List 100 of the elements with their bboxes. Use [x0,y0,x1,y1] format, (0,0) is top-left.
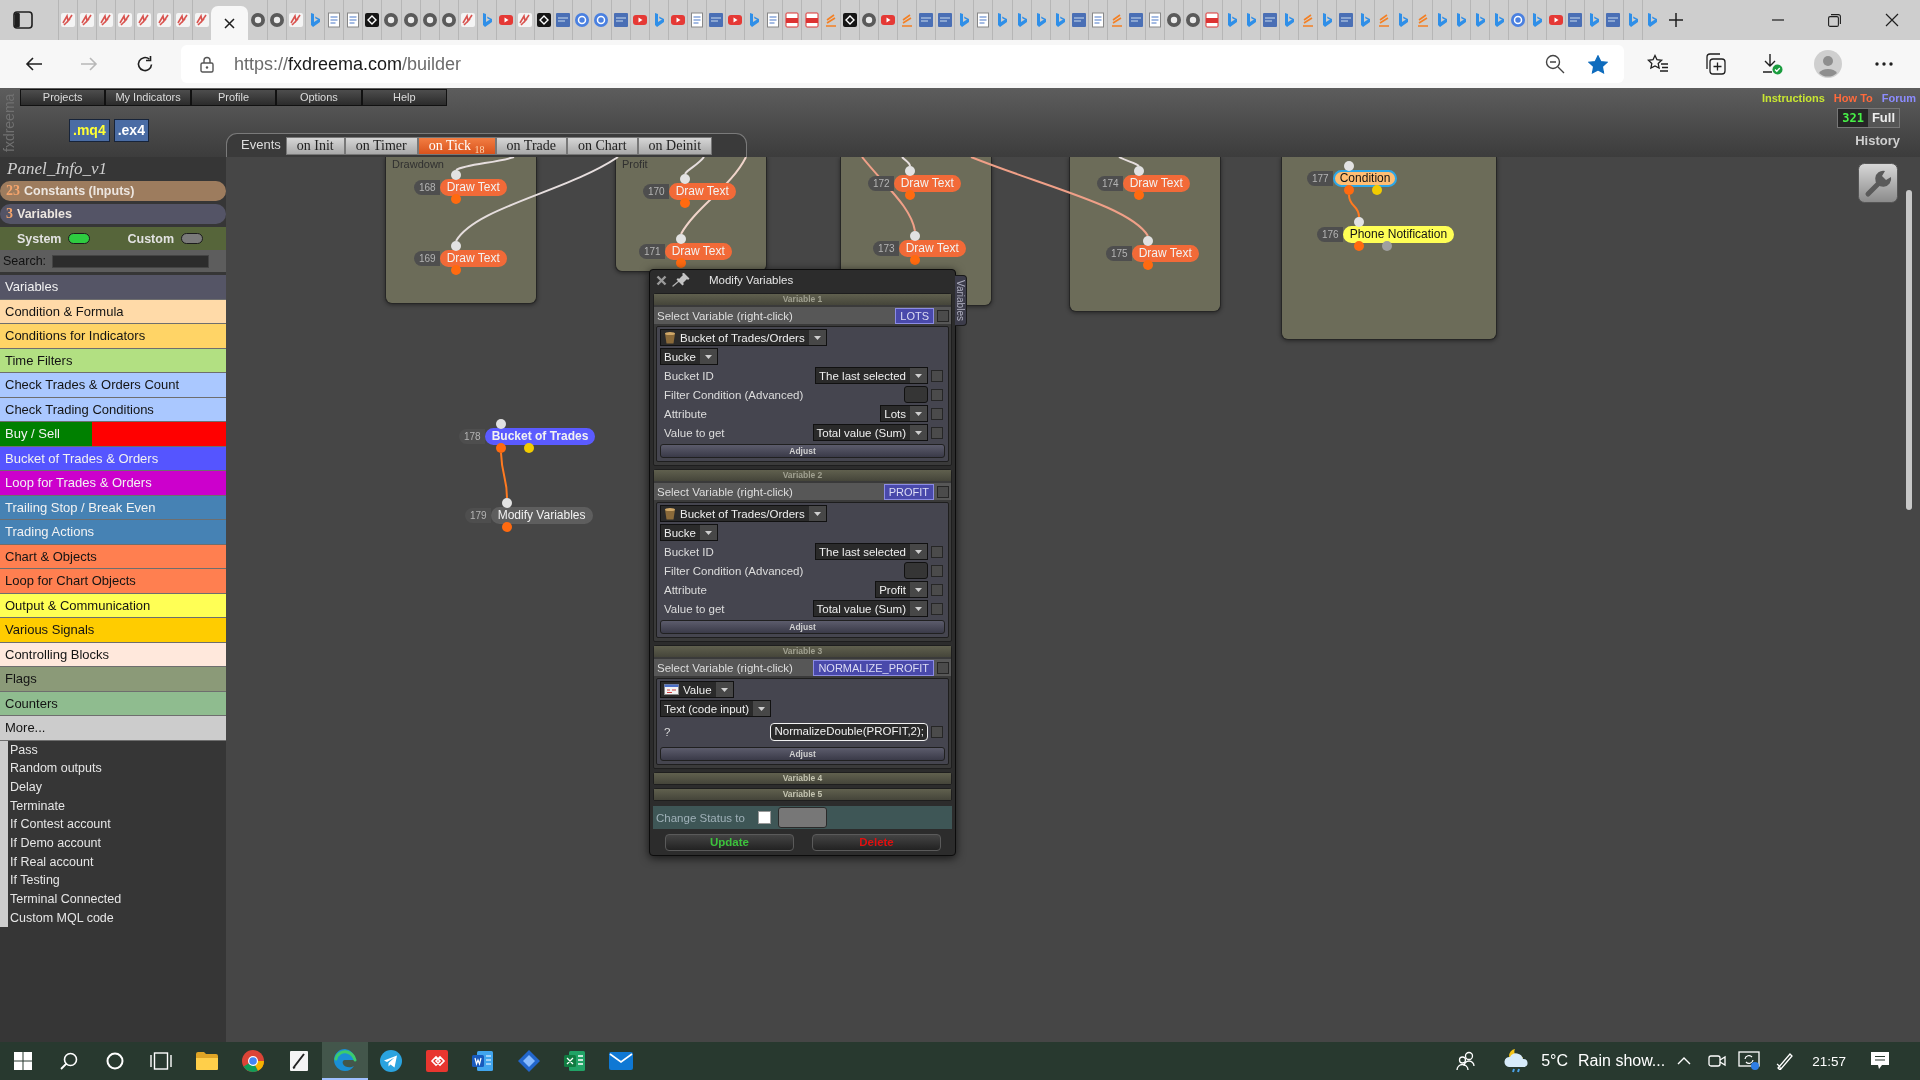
back-icon[interactable] [25,56,43,72]
more-icon[interactable] [1875,62,1893,66]
notification-icon[interactable] [1870,1051,1890,1071]
variable-tag[interactable]: LOTS [895,307,934,324]
output-port-icon[interactable] [1354,241,1364,251]
type-dropdown[interactable]: Value [660,681,734,698]
type-dropdown[interactable]: Bucket of Trades/Orders [660,505,827,522]
clock-text[interactable]: 21:57 [1812,1053,1846,1069]
chevron-up-icon[interactable] [1677,1057,1692,1065]
variables-header[interactable]: 3 Variables [0,204,226,224]
menu-button[interactable]: My Indicators [105,89,191,106]
select-field[interactable]: Total value (Sum) [812,424,928,441]
restore-icon[interactable] [1828,13,1841,27]
history-link[interactable]: History [1855,133,1900,148]
download-icon[interactable] [1761,53,1783,75]
category-item[interactable]: Check Trades & Orders Count [0,373,226,398]
checkbox[interactable] [931,602,943,615]
checkbox[interactable] [931,369,943,382]
input-port-icon[interactable] [676,234,686,244]
star-icon[interactable] [1588,54,1608,74]
variable-tag[interactable]: PROFIT [883,483,934,500]
browser-tab[interactable] [534,0,554,40]
browser-tab[interactable] [1183,0,1203,40]
search-field[interactable] [52,254,210,268]
checkbox[interactable] [931,583,943,596]
output-port-icon[interactable] [524,443,534,453]
event-tab[interactable]: on Deinit [637,137,713,155]
close-icon[interactable] [224,17,236,29]
pin-icon[interactable] [672,273,690,287]
category-item[interactable]: Trading Actions [0,520,226,545]
checkbox[interactable] [937,485,949,498]
input-port-icon[interactable] [1344,161,1354,171]
minimize-icon[interactable] [1771,19,1784,21]
browser-tab[interactable] [1164,0,1184,40]
block-list-item[interactable]: If Demo account [8,833,122,853]
adjust-button[interactable]: Adjust [660,747,945,761]
toggle-switch[interactable] [181,233,203,244]
avatar-icon[interactable] [1814,50,1842,78]
select-field[interactable]: Total value (Sum) [812,600,928,617]
refresh-icon[interactable] [136,55,154,73]
checkbox[interactable] [937,309,949,322]
full-button[interactable]: Full [1867,109,1899,127]
variable-tag[interactable]: NORMALIZE_PROFIT [813,659,934,676]
browser-tab[interactable] [266,0,286,40]
condition-field[interactable] [904,562,928,579]
browser-tab[interactable] [839,0,859,40]
checkbox[interactable] [931,545,943,558]
select-field[interactable]: The last selected [815,543,928,560]
block-list-item[interactable]: Terminate [8,796,122,816]
ring-icon[interactable] [106,1052,124,1070]
event-tab[interactable]: on Chart [567,137,638,155]
select-field[interactable]: Bucke [660,524,718,541]
favorites-icon[interactable] [1647,54,1669,74]
category-item[interactable]: Trailing Stop / Break Even [0,495,226,520]
people-icon[interactable] [1456,1051,1477,1071]
category-item[interactable]: Buy / Sell [0,422,226,447]
code-input[interactable]: NormalizeDouble(PROFIT,2); [770,722,928,741]
checkbox[interactable] [931,564,943,577]
task-view-icon[interactable] [150,1052,172,1070]
category-item[interactable]: Chart & Objects [0,544,226,569]
plus-icon[interactable] [1667,12,1684,28]
browser-tab[interactable] [381,0,401,40]
checkbox[interactable] [931,407,943,420]
select-field[interactable]: Text (code input) [660,700,771,717]
input-port-icon[interactable] [1143,236,1153,246]
block-list-item[interactable]: Custom MQL code [8,908,122,928]
update-button[interactable]: Update [665,834,794,851]
input-port-icon[interactable] [1134,166,1144,176]
input-port-icon[interactable] [910,231,920,241]
zoom-out-icon[interactable] [1545,54,1565,74]
tabs-icon[interactable] [13,11,33,29]
header-link[interactable]: Instructions [1761,92,1825,104]
output-port-icon[interactable] [1382,241,1392,251]
category-item[interactable]: Controlling Blocks [0,642,226,667]
select-field[interactable]: Profit [875,581,928,598]
input-port-icon[interactable] [1354,217,1364,227]
browser-tab[interactable] [419,0,439,40]
start-icon[interactable] [14,1052,32,1070]
status-field[interactable] [777,807,827,828]
select-field[interactable]: Lots [880,405,928,422]
menu-button[interactable]: Projects [20,89,106,106]
select-field[interactable]: The last selected [815,367,928,384]
checkbox[interactable] [757,811,771,824]
menu-button[interactable]: Options [276,89,362,106]
block-list-item[interactable]: Terminal Connected [8,890,122,909]
category-item[interactable]: Loop for Trades & Orders [0,471,226,496]
adjust-button[interactable]: Adjust [660,444,945,458]
type-dropdown[interactable]: Bucket of Trades/Orders [660,329,827,346]
block-list-item[interactable]: Random outputs [8,759,122,778]
input-port-icon[interactable] [451,170,461,180]
adjust-button[interactable]: Adjust [660,620,945,634]
browser-tab[interactable] [858,0,878,40]
category-item[interactable]: Variables [0,275,226,300]
camera-icon[interactable] [1708,1053,1727,1069]
condition-field[interactable] [904,386,928,403]
category-item[interactable]: Various Signals [0,618,226,643]
toggle-switch[interactable] [68,233,91,244]
output-port-icon[interactable] [496,443,506,453]
input-port-icon[interactable] [451,241,461,251]
category-item[interactable]: Conditions for Indicators [0,324,226,349]
